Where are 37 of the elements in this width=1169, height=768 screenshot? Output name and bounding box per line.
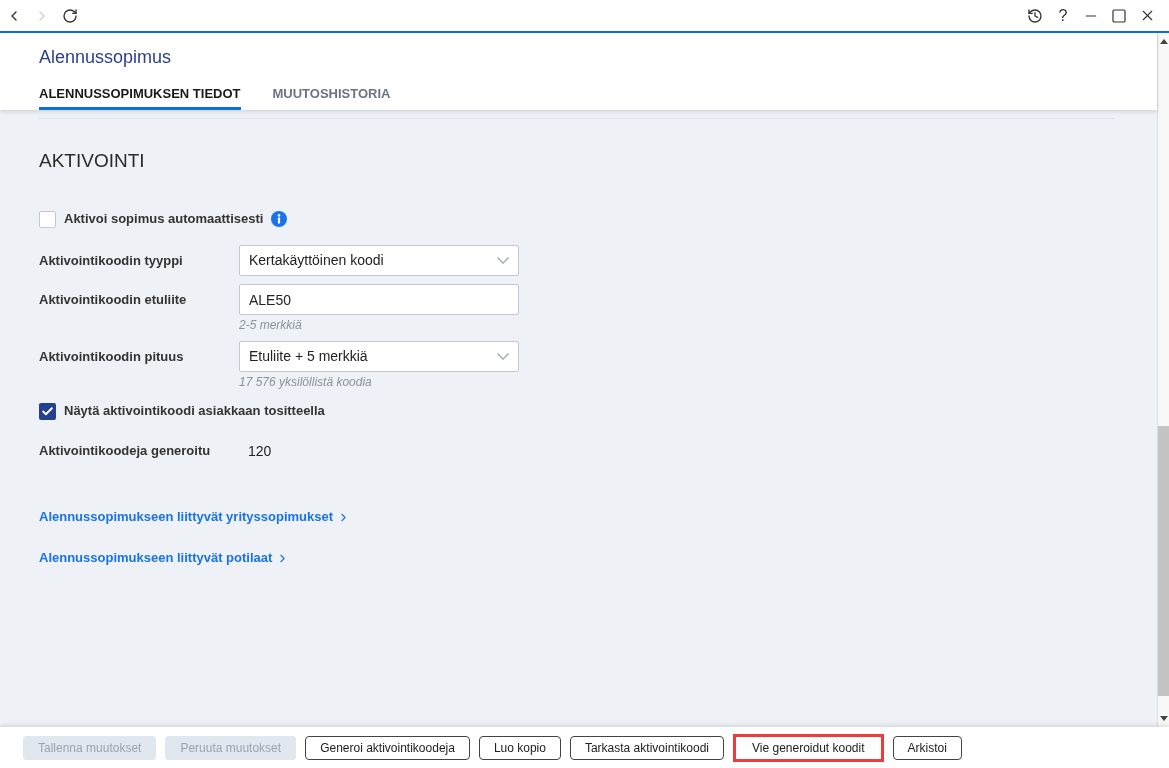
footer-button[interactable]: Tarkasta aktivointikoodi: [569, 735, 724, 760]
related-link[interactable]: Alennussopimukseen liittyvät potilaat: [39, 548, 290, 568]
tab[interactable]: MUUTOSHISTORIA: [272, 85, 391, 110]
scroll-down-icon[interactable]: [1159, 716, 1168, 721]
help-button[interactable]: ?: [1055, 6, 1071, 25]
footer-button[interactable]: Arkistoi: [892, 735, 962, 760]
field-label: Aktivointikoodeja generoitu: [39, 442, 211, 461]
footer-button[interactable]: Vie generoidut koodit: [733, 733, 884, 762]
check-icon: [41, 404, 54, 418]
page-title: Alennussopimus: [39, 46, 173, 68]
scroll-up-icon[interactable]: [1159, 39, 1168, 44]
maximize-icon[interactable]: [1111, 7, 1127, 24]
chevron-down-icon: [497, 257, 509, 264]
footer-button[interactable]: Luo kopio: [478, 735, 561, 760]
dropdown[interactable]: Kertakäyttöinen koodi: [239, 245, 519, 276]
scrollbar-thumb[interactable]: [1158, 426, 1169, 696]
field-value: 120: [247, 441, 272, 461]
checkbox[interactable]: [39, 402, 56, 420]
field-hint: 17 576 yksilöllistä koodia: [239, 374, 373, 390]
checkbox-label: Näytä aktivointikoodi asiakkaan tositteella: [64, 402, 325, 421]
info-icon[interactable]: [271, 211, 288, 227]
checkbox-label: Aktivoi sopimus automaattisesti: [64, 210, 264, 229]
tab[interactable]: ALENNUSSOPIMUKSEN TIEDOT: [39, 85, 241, 110]
footer-button[interactable]: Generoi aktivointikoodeja: [305, 735, 470, 760]
checkbox[interactable]: [39, 210, 56, 228]
input-field[interactable]: ALE50: [239, 284, 519, 315]
section-title: AKTIVOINTI: [39, 149, 146, 173]
field-label: Aktivointikoodin etuliite: [39, 290, 187, 309]
reload-icon[interactable]: [62, 7, 78, 24]
chevron-down-icon: [497, 353, 509, 360]
field-label: Aktivointikoodin tyyppi: [39, 251, 183, 270]
field-label: Aktivointikoodin pituus: [39, 347, 184, 366]
history-icon[interactable]: [1027, 7, 1043, 24]
field-hint: 2-5 merkkiä: [239, 317, 303, 333]
vertical-scrollbar[interactable]: [1157, 33, 1169, 727]
dropdown[interactable]: Etuliite + 5 merkkiä: [239, 341, 519, 372]
related-link[interactable]: Alennussopimukseen liittyvät yrityssopimukset: [39, 507, 351, 527]
